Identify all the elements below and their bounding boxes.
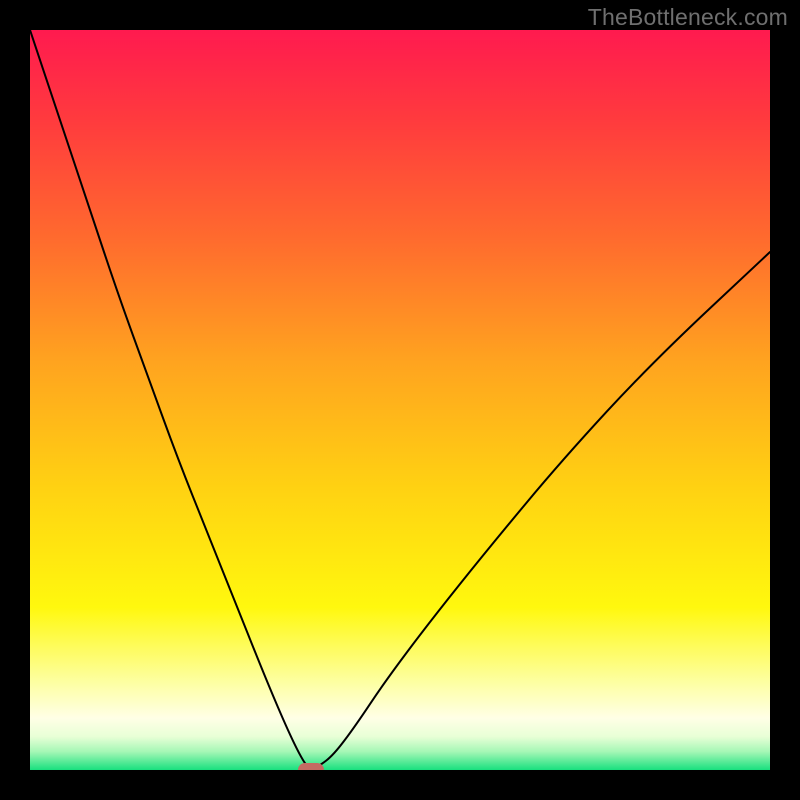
optimal-point-marker — [298, 763, 324, 770]
chart-frame: TheBottleneck.com — [0, 0, 800, 800]
watermark-text: TheBottleneck.com — [588, 4, 788, 31]
plot-area — [30, 30, 770, 770]
bottleneck-curve — [30, 30, 770, 770]
